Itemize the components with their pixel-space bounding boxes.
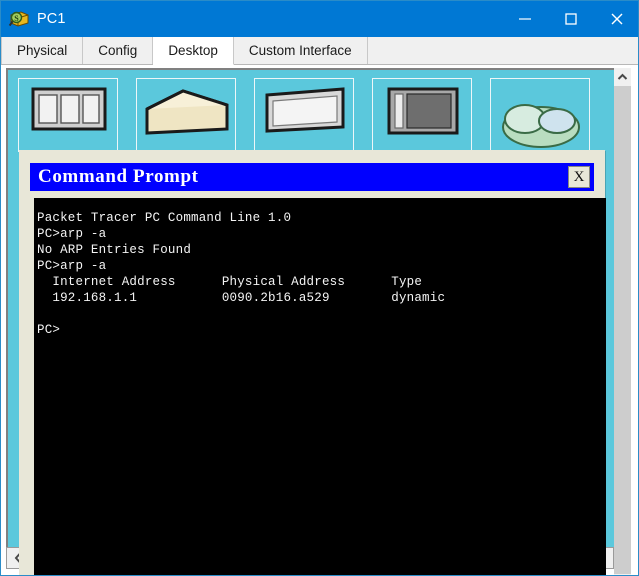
tab-physical-label: Physical — [17, 43, 68, 58]
ip-configuration-icon[interactable] — [18, 78, 118, 152]
tab-custom-interface[interactable]: Custom Interface — [233, 37, 368, 64]
minimize-button[interactable] — [502, 1, 548, 37]
dial-up-icon[interactable] — [136, 78, 236, 152]
close-button[interactable] — [594, 1, 638, 37]
command-prompt-title: Command Prompt — [38, 166, 199, 187]
packet-tracer-pc-icon: S — [8, 8, 30, 30]
svg-text:S: S — [14, 14, 19, 23]
vertical-scrollbar-track[interactable] — [614, 86, 631, 574]
tab-config-label: Config — [98, 43, 138, 58]
command-prompt-title-bar: Command Prompt X — [30, 163, 594, 191]
tab-desktop-label: Desktop — [168, 43, 218, 58]
command-prompt-dialog: Command Prompt X Packet Tracer PC Comman… — [19, 150, 606, 575]
tab-strip: Physical Config Desktop Custom Interface — [1, 37, 638, 65]
pc1-window: S PC1 Physical Config Desktop Custom Int… — [0, 0, 639, 576]
desktop-panel: Command Prompt X Packet Tracer PC Comman… — [1, 65, 638, 575]
command-prompt-close-button[interactable]: X — [568, 166, 590, 188]
tab-physical[interactable]: Physical — [1, 37, 84, 64]
tab-custom-interface-label: Custom Interface — [248, 43, 352, 58]
web-browser-icon[interactable] — [490, 78, 590, 152]
maximize-button[interactable] — [548, 1, 594, 37]
tab-config[interactable]: Config — [83, 37, 154, 64]
vertical-scrollbar[interactable] — [614, 68, 631, 575]
terminal-icon[interactable] — [254, 78, 354, 152]
window-title-bar: S PC1 — [1, 1, 638, 37]
desktop-icon-row — [18, 78, 590, 152]
terminal-text: Packet Tracer PC Command Line 1.0 PC>arp… — [37, 211, 446, 337]
window-title: PC1 — [37, 11, 66, 27]
terminal-output-area[interactable]: Packet Tracer PC Command Line 1.0 PC>arp… — [34, 198, 606, 575]
command-prompt-icon[interactable] — [372, 78, 472, 152]
tab-desktop[interactable]: Desktop — [153, 37, 234, 65]
chevron-up-icon[interactable] — [614, 68, 631, 86]
